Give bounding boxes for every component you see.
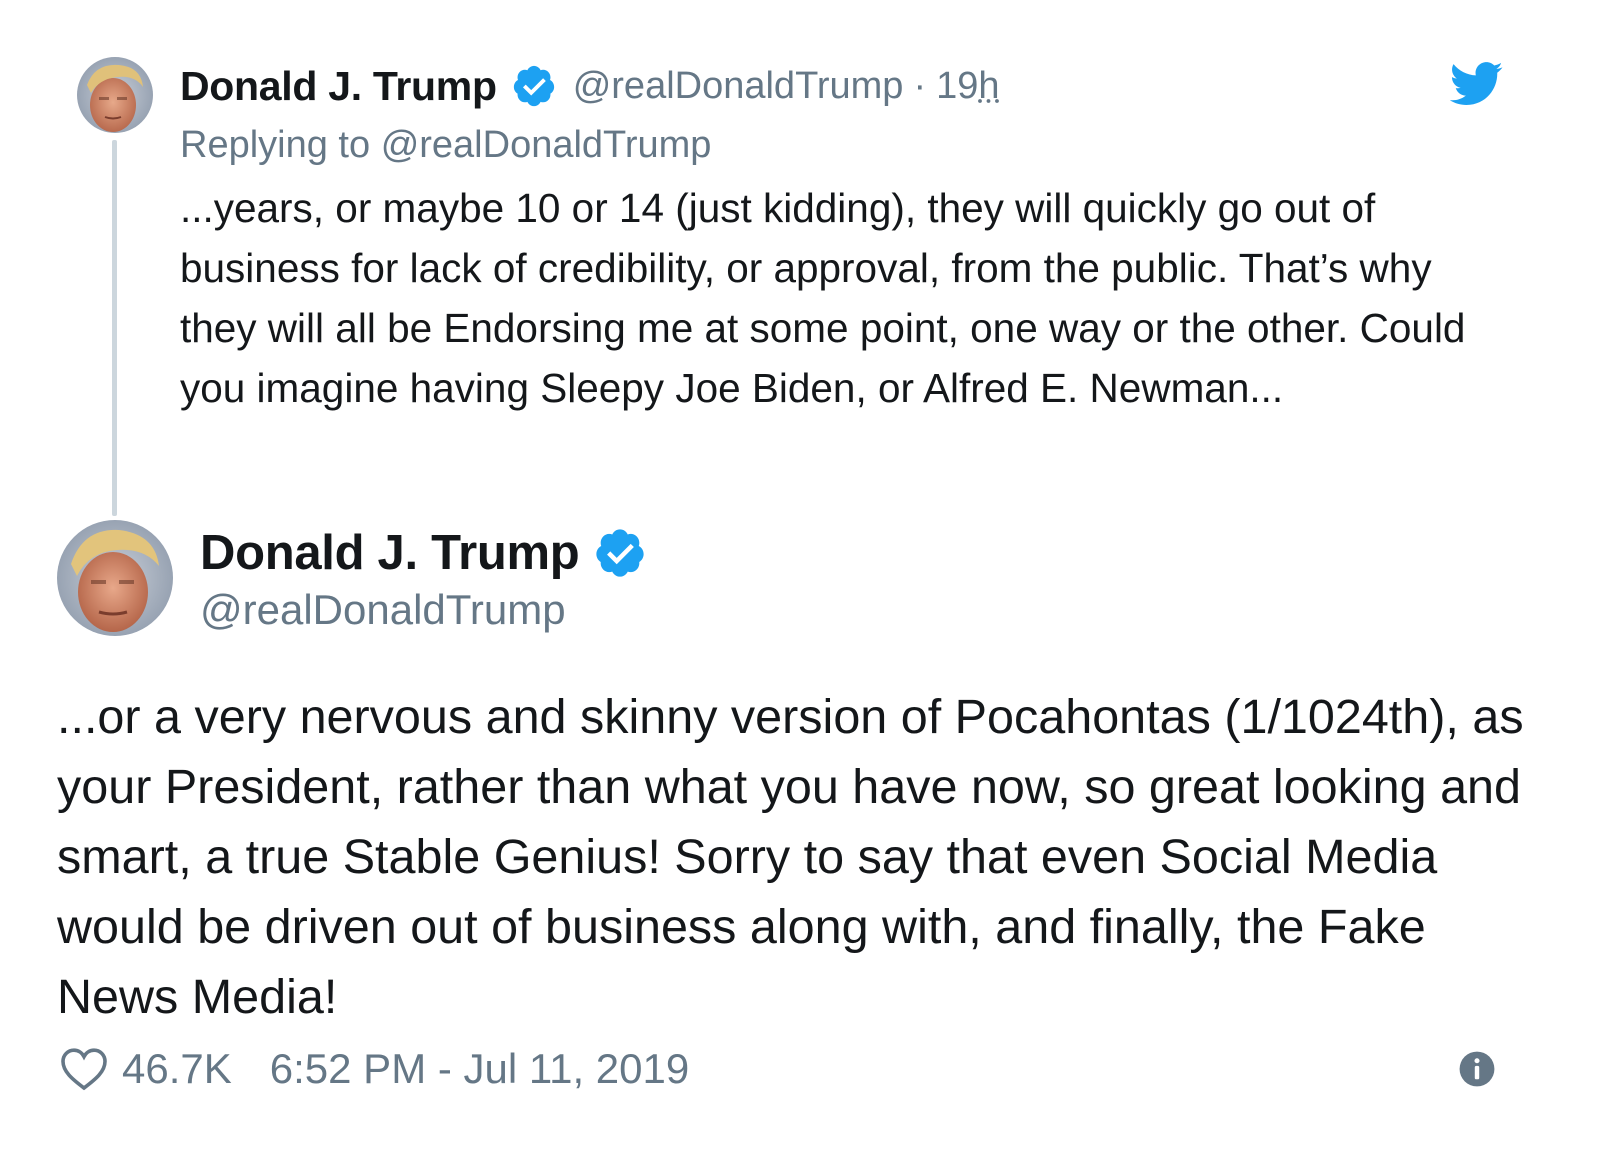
author-handle[interactable]: @realDonaldTrump (573, 65, 904, 108)
replying-to-line: Replying to @realDonaldTrump (180, 124, 711, 167)
parent-tweet-header: Donald J. Trump @realDonaldTrump · 19h (180, 60, 1000, 112)
main-avatar[interactable] (57, 520, 173, 636)
avatar-photo-icon (57, 520, 173, 636)
time-ago-unit: h (978, 64, 1000, 107)
main-tweet-header: Donald J. Trump (200, 522, 647, 584)
author-name[interactable]: Donald J. Trump (180, 63, 497, 110)
author-handle[interactable]: @realDonaldTrump (200, 586, 566, 634)
info-icon[interactable] (1458, 1050, 1496, 1088)
thread-connector-line (112, 140, 117, 516)
parent-avatar[interactable] (77, 57, 153, 133)
replying-to-handle-link[interactable]: @realDonaldTrump (381, 124, 712, 166)
tweet-footer: 46.7K 6:52 PM - Jul 11, 2019 (60, 1040, 689, 1098)
twitter-bird-icon[interactable] (1449, 62, 1504, 106)
main-tweet-text: ...or a very nervous and skinny version … (57, 690, 1524, 1024)
relative-timestamp[interactable]: 19h (936, 65, 999, 108)
parent-tweet-text: ...years, or maybe 10 or 14 (just kiddin… (180, 185, 1466, 411)
replying-to-label: Replying to (180, 124, 371, 166)
verified-badge-icon (593, 526, 647, 580)
avatar-photo-icon (77, 57, 153, 133)
heart-icon[interactable] (60, 1047, 108, 1091)
parent-tweet[interactable]: Donald J. Trump @realDonaldTrump · 19h R… (0, 0, 1598, 520)
time-ago-value: 19 (936, 64, 979, 107)
verified-badge-icon (511, 63, 557, 109)
author-name[interactable]: Donald J. Trump (200, 525, 580, 581)
tweet-timestamp[interactable]: 6:52 PM - Jul 11, 2019 (270, 1045, 689, 1093)
separator-dot: · (913, 64, 927, 107)
like-count[interactable]: 46.7K (122, 1045, 232, 1093)
